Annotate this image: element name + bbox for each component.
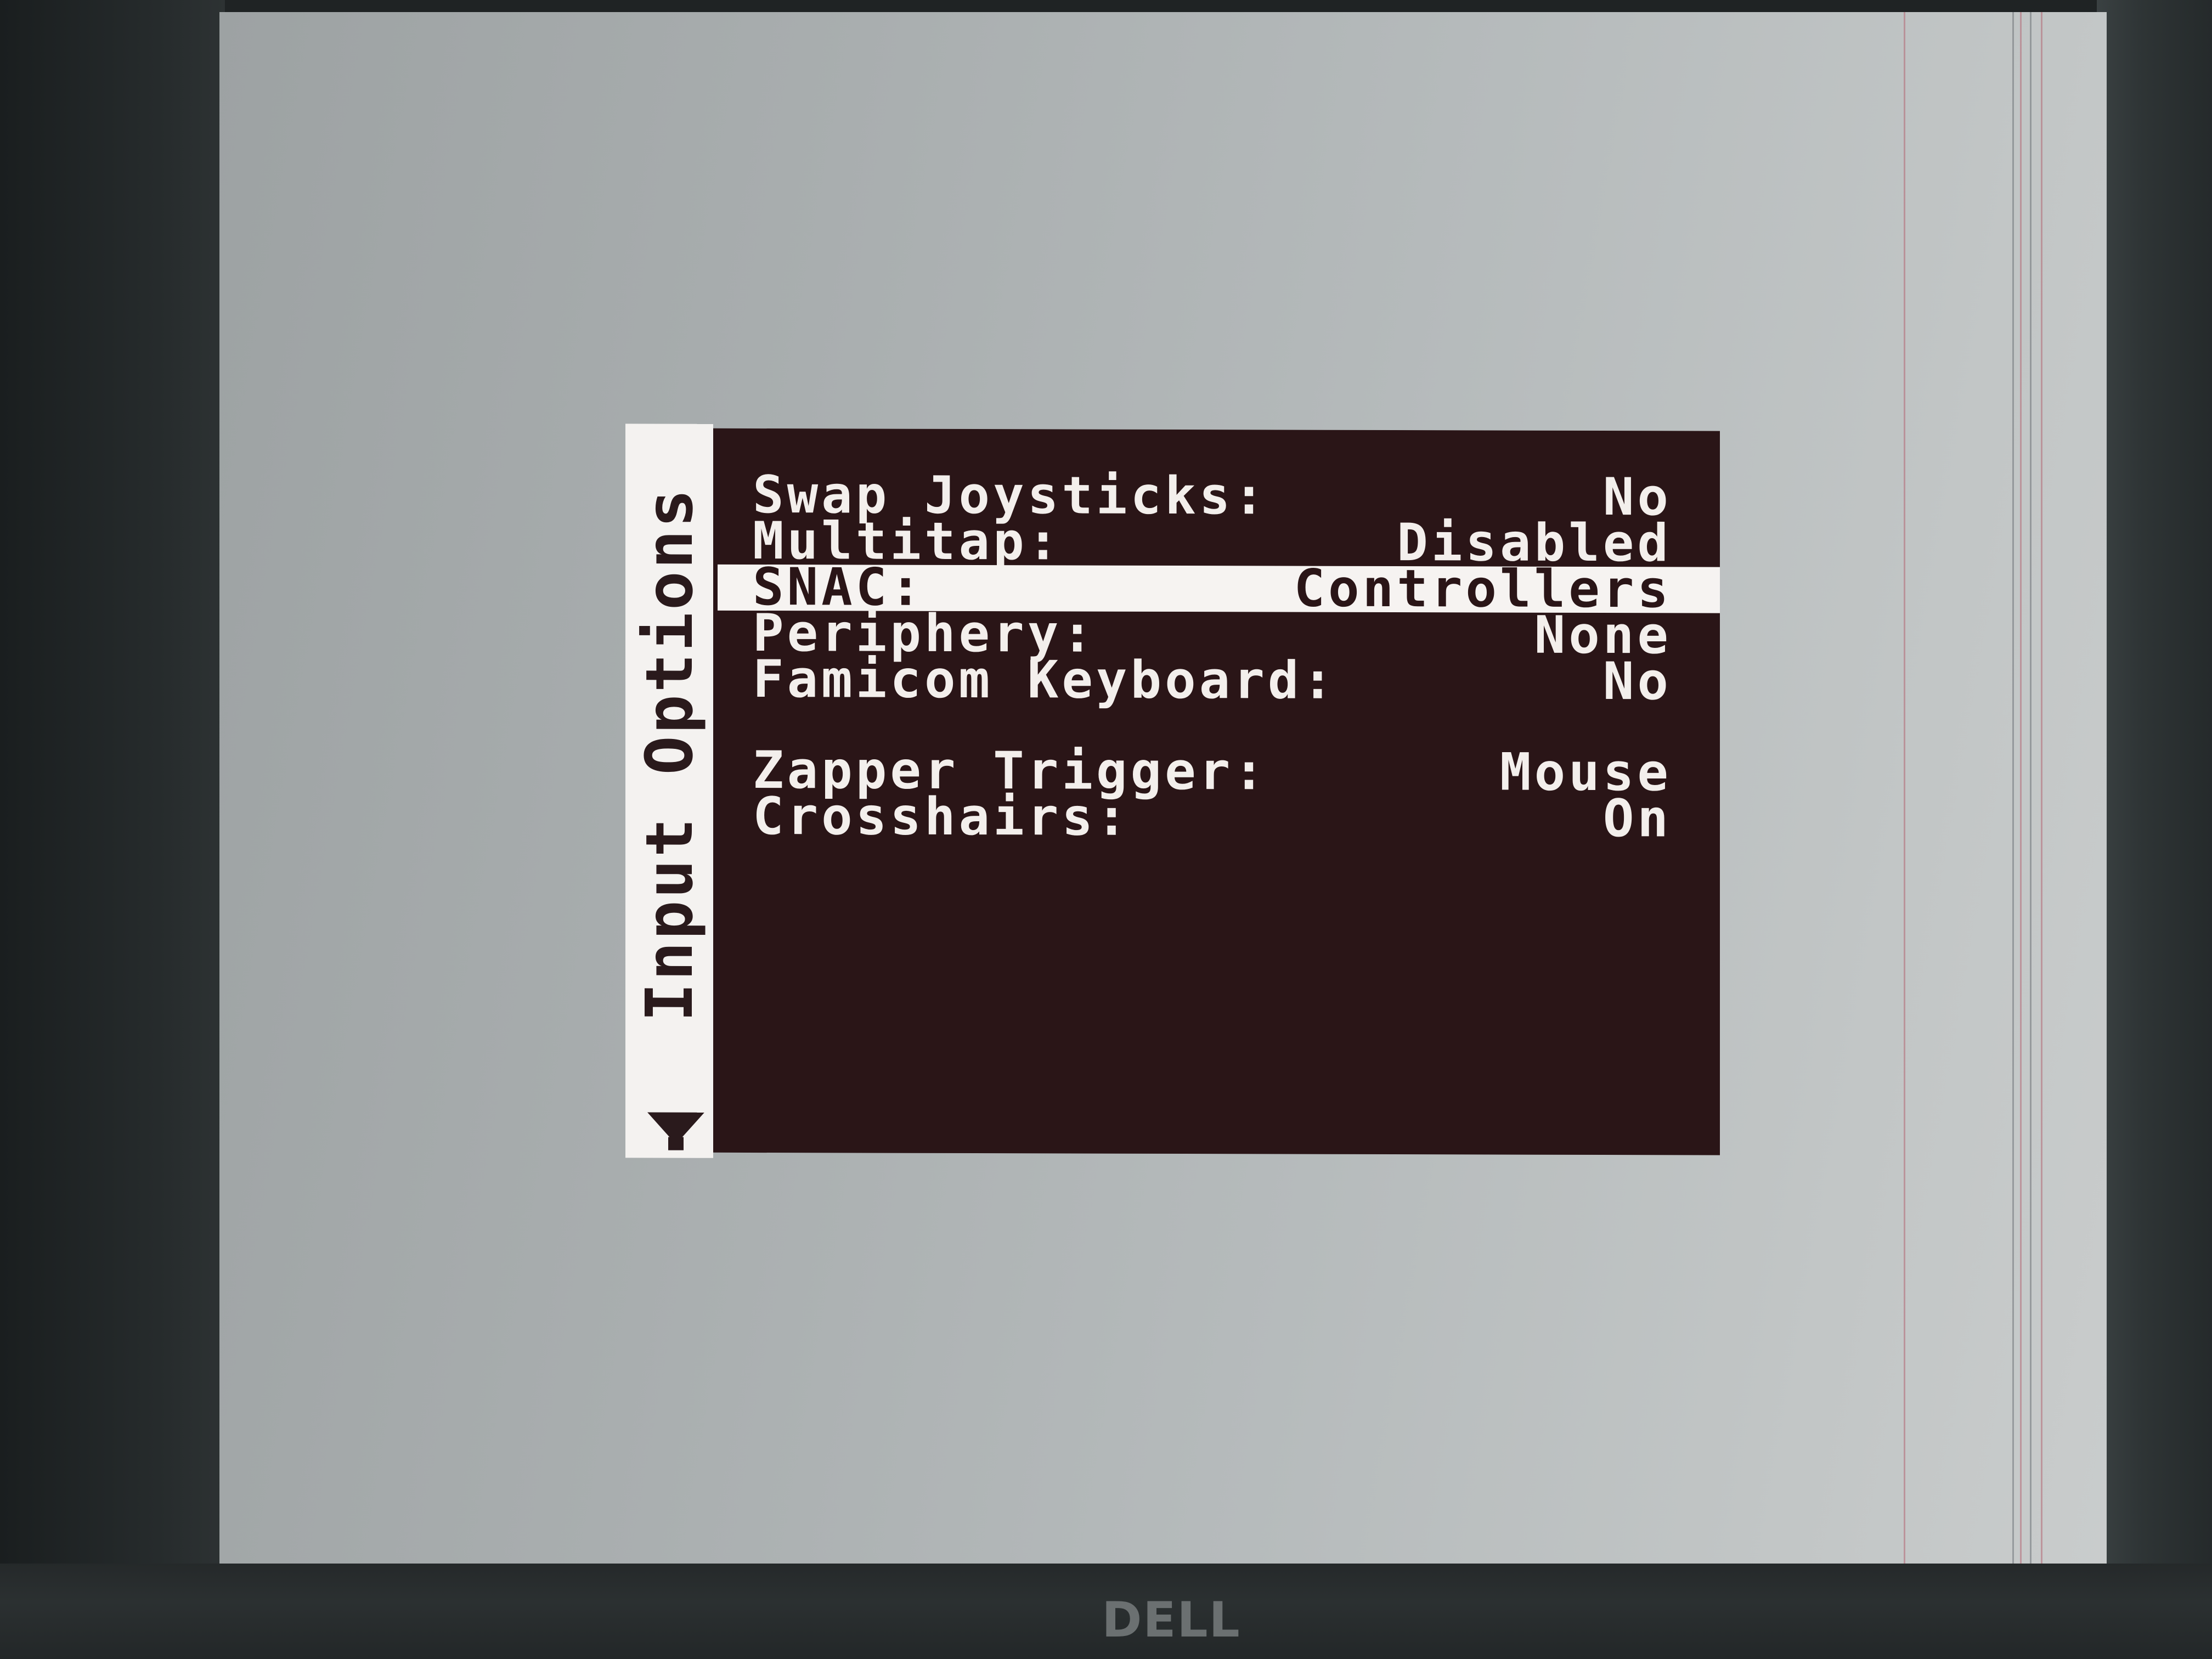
screen-artifact-line [1904,12,1905,1565]
input-options-menu: Input Options Swap Joysticks: No Multita… [625,424,1720,1160]
menu-item-label: Crosshairs: [753,786,1131,848]
monitor-bezel-right [2097,0,2212,1659]
dell-logo: DELL [1102,1592,1241,1648]
screen-artifact-line [2041,12,2042,1565]
screen-artifact-line [2012,12,2014,1565]
down-arrow-icon-stem [668,1137,684,1150]
screen-artifact-line [2030,12,2032,1565]
menu-title: Input Options [631,486,707,1022]
menu-title-tab: Input Options [625,424,713,1158]
menu-item-value: On [1602,789,1672,849]
monitor-bezel-bottom: DELL [0,1564,2212,1659]
menu-item-crosshairs[interactable]: Crosshairs: On [713,786,1720,849]
monitor-bezel-left [0,0,225,1659]
menu-item-value: No [1602,652,1672,712]
menu-panel: Swap Joysticks: No Multitap: Disabled SN… [713,428,1720,1155]
screen-artifact-line [2020,12,2022,1565]
menu-list: Swap Joysticks: No Multitap: Disabled SN… [713,465,1720,849]
menu-item-label: Famicom Keyboard: [753,649,1337,711]
photo-background: Input Options Swap Joysticks: No Multita… [0,0,2212,1659]
menu-item-famicom-keyboard[interactable]: Famicom Keyboard: No [713,649,1720,712]
